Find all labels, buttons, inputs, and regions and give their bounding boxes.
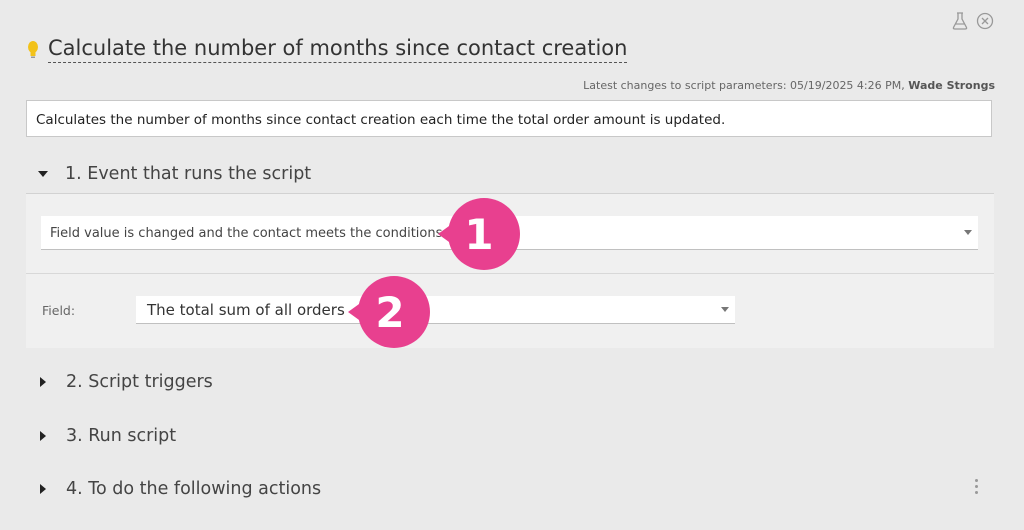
callout-badge-2: 2	[347, 274, 433, 350]
script-title-row: Calculate the number of months since con…	[26, 36, 628, 63]
event-type-value: Field value is changed and the contact m…	[50, 226, 443, 241]
section-triggers-header[interactable]: 2. Script triggers	[38, 372, 213, 392]
section-label: 2. Script triggers	[66, 372, 213, 392]
close-icon[interactable]	[976, 12, 994, 30]
last-changes-user: Wade Strongs	[908, 79, 995, 92]
script-description-field[interactable]: Calculates the number of months since co…	[26, 100, 992, 137]
section-run-header[interactable]: 3. Run script	[38, 426, 176, 446]
page-title[interactable]: Calculate the number of months since con…	[48, 36, 628, 63]
chevron-down-icon	[38, 171, 48, 177]
field-select-value: The total sum of all orders	[147, 301, 345, 319]
kebab-menu-icon[interactable]	[975, 479, 978, 494]
section-label: 1. Event that runs the script	[65, 164, 312, 184]
field-label: Field:	[42, 303, 76, 318]
callout-badge-1: 1	[436, 196, 522, 272]
chevron-right-icon	[40, 484, 46, 494]
divider	[26, 273, 994, 274]
chevron-right-icon	[40, 431, 46, 441]
last-changes-text: Latest changes to script parameters: 05/…	[583, 79, 909, 92]
field-select[interactable]: The total sum of all orders	[136, 296, 735, 324]
dropdown-arrow-icon	[721, 307, 729, 312]
section-label: 4. To do the following actions	[66, 479, 322, 499]
dropdown-arrow-icon	[964, 230, 972, 235]
flask-icon[interactable]	[952, 12, 968, 30]
section-label: 3. Run script	[66, 426, 177, 446]
section-event-header[interactable]: 1. Event that runs the script	[38, 164, 311, 184]
window-controls	[952, 12, 994, 30]
section-actions-header[interactable]: 4. To do the following actions	[38, 479, 321, 499]
chevron-right-icon	[40, 377, 46, 387]
bulb-icon	[28, 40, 38, 58]
last-changes-info: Latest changes to script parameters: 05/…	[583, 79, 995, 92]
